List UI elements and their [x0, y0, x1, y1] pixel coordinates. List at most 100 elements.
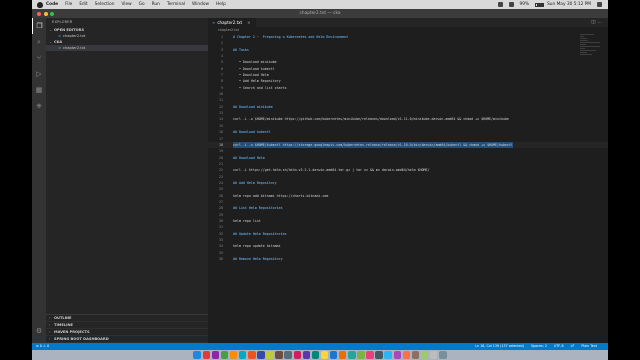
timeline-label: TIMELINE — [54, 323, 73, 327]
breadcrumb[interactable]: chapter2.txt — [208, 27, 608, 34]
language-mode[interactable]: Plain Text — [581, 343, 597, 350]
line-ending[interactable]: LF — [571, 343, 575, 350]
menu-view[interactable]: View — [121, 0, 131, 9]
menu-terminal[interactable]: Terminal — [167, 0, 185, 9]
workspace-label: CKA — [54, 40, 63, 44]
more-actions-icon[interactable]: … — [598, 20, 605, 25]
line-number: 36 — [219, 257, 223, 262]
dock-app-icon[interactable] — [366, 351, 374, 359]
editor-tab-bar: ≡ chapter2.txt × ◫… — [208, 18, 608, 27]
dock-app-icon[interactable] — [338, 351, 347, 359]
window-title: chapter2.txt — cka — [299, 11, 341, 16]
spring-boot-dashboard-section[interactable]: › SPRING BOOT DASHBOARD — [46, 336, 208, 343]
dock-app-icon[interactable] — [393, 351, 402, 359]
menu-go[interactable]: Go — [139, 0, 145, 9]
menu-run[interactable]: Run — [152, 0, 160, 9]
macos-dock — [32, 350, 608, 360]
workspace-file-item[interactable]: ≡ chapter2.txt — [46, 45, 208, 51]
files-icon[interactable]: ❐ — [32, 18, 46, 34]
dock-app-icon[interactable] — [257, 351, 265, 359]
menu-help[interactable]: Help — [216, 0, 226, 9]
dock-app-icon[interactable] — [211, 351, 220, 359]
tab-label: chapter2.txt — [217, 20, 243, 25]
status-bar: ⊗ 0 ⚠ 0 Ln 18, Col 139 (137 selected) Spa… — [32, 343, 608, 350]
menu-edit[interactable]: Edit — [79, 0, 87, 9]
apple-icon[interactable] — [37, 1, 43, 8]
dock-app-icon[interactable] — [411, 351, 420, 359]
menu-selection[interactable]: Selection — [95, 0, 115, 9]
editor-area: ≡ chapter2.txt × ◫… chapter2.txt 1 # Chap… — [208, 18, 608, 343]
run-debug-icon[interactable]: ▷ — [32, 66, 46, 82]
zoom-window-button[interactable] — [50, 11, 54, 16]
dock-app-icon[interactable] — [266, 351, 274, 359]
dock-app-icon[interactable] — [439, 351, 447, 359]
dock-app-icon[interactable] — [293, 351, 302, 359]
maven-projects-label: MAVEN PROJECTS — [54, 330, 90, 334]
outline-label: OUTLINE — [54, 316, 72, 320]
macos-menu-bar: Code File Edit Selection View Go Run Terminal Wi… — [32, 0, 608, 9]
screen: Code File Edit Selection View Go Run Terminal Wi… — [32, 0, 608, 360]
menu-file[interactable]: File — [65, 0, 72, 9]
minimap[interactable] — [580, 34, 600, 94]
gear-icon[interactable]: ⚙ — [32, 323, 46, 339]
dock-app-icon[interactable] — [275, 351, 283, 359]
dock-app-icon[interactable] — [229, 351, 238, 359]
outline-section[interactable]: › OUTLINE — [46, 315, 208, 322]
clock[interactable]: Sun May 30 5:12 PM — [547, 0, 591, 9]
explorer-sidebar: EXPLORER ⌄ OPEN EDITORS ≡ chapter2.txt ⌄ CK… — [46, 18, 208, 343]
problems-indicator[interactable]: ⊗ 0 ⚠ 0 — [36, 343, 49, 350]
battery-icon[interactable] — [535, 2, 545, 7]
tab-chapter2[interactable]: ≡ chapter2.txt × — [208, 18, 257, 27]
dock-app-icon[interactable] — [193, 351, 201, 359]
menu-code[interactable]: Code — [46, 0, 58, 9]
window-controls — [37, 11, 57, 16]
source-control-icon[interactable]: ⑂ — [32, 50, 46, 66]
spring-boot-dashboard-label: SPRING BOOT DASHBOARD — [54, 337, 109, 341]
cursor-position[interactable]: Ln 18, Col 139 (137 selected) — [475, 343, 524, 350]
maven-projects-section[interactable]: › MAVEN PROJECTS — [46, 329, 208, 336]
dock-app-icon[interactable] — [202, 351, 211, 359]
window-title-bar: chapter2.txt — cka — [32, 9, 608, 18]
workspace-filename: chapter2.txt — [63, 46, 86, 50]
dock-app-icon[interactable] — [284, 351, 292, 359]
indentation[interactable]: Spaces: 2 — [531, 343, 547, 350]
code-editor[interactable]: 1 # Chapter 2 - Preparing a Kubernetes an… — [208, 34, 608, 262]
dock-app-icon[interactable] — [329, 351, 338, 359]
editor-actions: ◫… — [591, 18, 608, 27]
dock-app-icon[interactable] — [357, 351, 365, 359]
extensions-icon[interactable]: ▦ — [32, 82, 46, 98]
dock-app-icon[interactable] — [375, 351, 383, 359]
menu-window[interactable]: Window — [192, 0, 209, 9]
minimize-window-button[interactable] — [43, 11, 48, 16]
text-file-icon: ≡ — [58, 34, 62, 38]
open-editors-label: OPEN EDITORS — [54, 28, 85, 32]
volume-icon[interactable] — [508, 2, 514, 7]
dock-app-icon[interactable] — [248, 351, 256, 359]
open-editor-filename: chapter2.txt — [63, 34, 86, 38]
dock-app-icon[interactable] — [420, 351, 429, 359]
spotlight-icon[interactable] — [597, 2, 602, 7]
sidebar-title: EXPLORER — [52, 20, 73, 24]
search-icon[interactable]: ⌕ — [32, 34, 46, 50]
activity-bar: ❐ ⌕ ⑂ ▷ ▦ ⎈ ⚙ — [32, 18, 46, 343]
dock-app-icon[interactable] — [238, 351, 247, 359]
line-text: ## Remove Helm Repository — [233, 257, 283, 262]
dock-app-icon[interactable] — [348, 351, 356, 359]
text-file-icon: ≡ — [212, 20, 216, 25]
timeline-section[interactable]: › TIMELINE — [46, 322, 208, 329]
code-line[interactable]: 36 ## Remove Helm Repository — [208, 256, 608, 262]
dock-app-icon[interactable] — [429, 351, 438, 359]
kubernetes-icon[interactable]: ⎈ — [32, 98, 46, 114]
dock-app-icon[interactable] — [384, 351, 392, 359]
dock-app-icon[interactable] — [220, 351, 229, 359]
text-file-icon: ≡ — [58, 46, 62, 50]
close-window-button[interactable] — [37, 11, 41, 16]
encoding[interactable]: UTF-8 — [554, 343, 564, 350]
dock-app-icon[interactable] — [320, 351, 329, 359]
wifi-icon[interactable] — [497, 2, 503, 7]
close-icon[interactable]: × — [247, 18, 250, 27]
battery-percent[interactable]: 99% — [520, 0, 530, 9]
dock-app-icon[interactable] — [311, 351, 320, 359]
dock-app-icon[interactable] — [402, 351, 411, 359]
dock-app-icon[interactable] — [302, 351, 311, 359]
